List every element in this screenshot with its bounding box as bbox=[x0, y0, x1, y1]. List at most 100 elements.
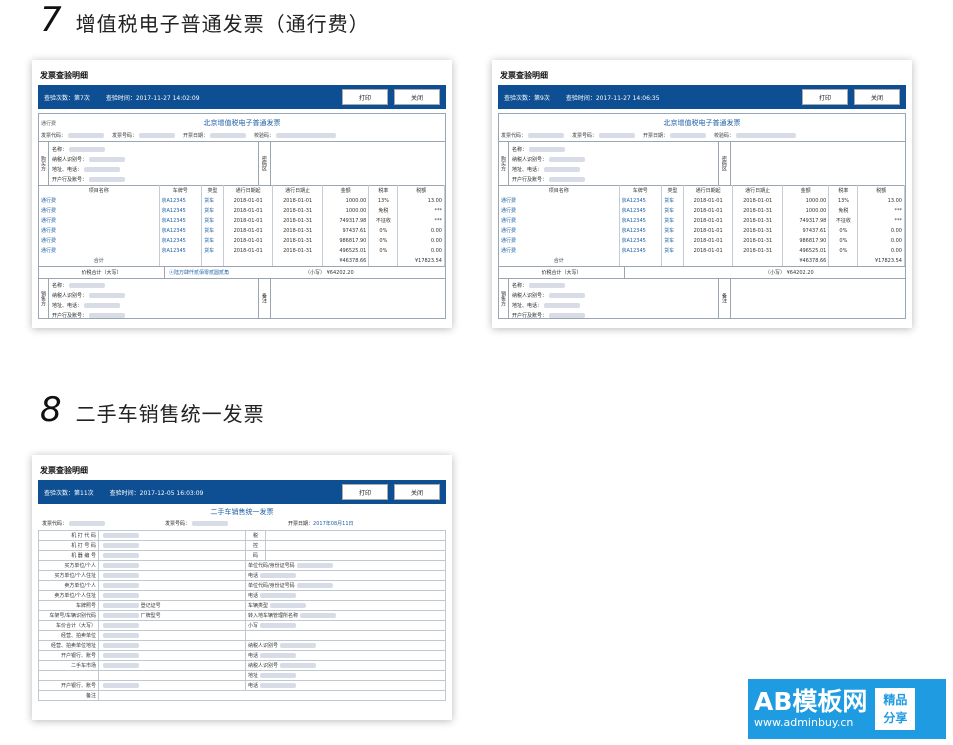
table-row: 通行费 京A12345 货车 2018-01-01 2018-01-31 986817.9… bbox=[39, 235, 445, 246]
remark-label: 备注 bbox=[259, 278, 271, 318]
party-address: 地址、电话： bbox=[512, 164, 715, 174]
total-row: 价税合计（大写） （小写） ¥64202.20 bbox=[499, 265, 905, 278]
table-row: 通行费 京A12345 货车 2018-01-01 2018-01-01 1000.00 1… bbox=[39, 195, 445, 206]
table-row: 机 器 编 号码 bbox=[38, 550, 446, 561]
party-bank: 开户行及账号： bbox=[52, 174, 255, 184]
party-address: 地址、电话： bbox=[52, 164, 255, 174]
seller-block: 销售方 名称： 纳税人识别号： 地址、电话： 开户行及账号： 备注 bbox=[39, 277, 445, 319]
table-row: 通行费 京A12345 货车 2018-01-01 2018-01-31 749317.9… bbox=[39, 215, 445, 226]
invoice-code-label: 发票代码： bbox=[42, 520, 106, 527]
card-title: 发票查验明细 bbox=[40, 71, 88, 80]
invoice-code-label: 发票代码： bbox=[41, 132, 105, 139]
party-name: 名称： bbox=[512, 281, 715, 291]
check-count: 查验次数：第9次 bbox=[504, 94, 550, 102]
table-row: 备注 bbox=[38, 690, 446, 701]
logo-badge: 精品 分享 bbox=[875, 688, 916, 730]
toll-invoice: 北京增值税电子普通发票 发票代码： 发票号码： 开票日期： 校验码： 购买方 名… bbox=[498, 113, 906, 319]
card-title: 发票查验明细 bbox=[500, 71, 548, 80]
party-bank: 开户行及账号： bbox=[512, 311, 715, 321]
print-button[interactable]: 打印 bbox=[342, 89, 388, 105]
table-row: 机 打 代 码税 bbox=[38, 530, 446, 541]
items-table: 项目名称 车牌号 类型 通行日期起 通行日期止 金额 税率 税额 通行费 京A12345 货车 20… bbox=[39, 185, 445, 266]
invoice-date-label: 开票日期： bbox=[183, 132, 247, 139]
invoice-card-3: 发票查验明细 查验次数：第11次 查验时间：2017-12-05 16:03:0… bbox=[32, 455, 452, 720]
table-row: 通行费 京A12345 货车 2018-01-01 2018-01-31 1000.00 免… bbox=[39, 205, 445, 216]
print-button[interactable]: 打印 bbox=[342, 484, 388, 500]
section-7-heading: 7 增值税电子普通发票（通行费） bbox=[40, 0, 370, 40]
seller-side-label: 销售方 bbox=[39, 278, 49, 318]
password-area-label: 密码区 bbox=[719, 142, 731, 185]
party-tax-id: 纳税人识别号： bbox=[52, 154, 255, 164]
check-time: 查验时间：2017-11-27 14:06:35 bbox=[565, 94, 660, 102]
close-button[interactable]: 关闭 bbox=[394, 484, 440, 500]
table-row: 车牌照号 登记证号 车辆类型 bbox=[38, 600, 446, 611]
table-row: 开户银行、账号 电话 bbox=[38, 680, 446, 691]
total-caps: ⓧ陆万肆仟贰佰零贰圆贰角 bbox=[169, 269, 230, 276]
sum-row: 合计 ¥46378.66 ¥17823.54 bbox=[39, 255, 445, 266]
total-label: 价税合计（大写） bbox=[39, 266, 165, 278]
section-title: 二手车销售统一发票 bbox=[75, 402, 265, 426]
table-row: 买方单位/个人住址 电话 bbox=[38, 570, 446, 581]
table-row: 经营、拍卖单位 bbox=[38, 630, 446, 641]
party-name: 名称： bbox=[52, 144, 255, 154]
seller-block: 销售方 名称： 纳税人识别号： 地址、电话： 开户行及账号： 备注 bbox=[499, 277, 905, 321]
toll-invoice: 通行费 北京增值税电子普通发票 发票代码： 发票号码： 开票日期： 校验码： 购… bbox=[38, 113, 446, 319]
used-car-invoice-title: 二手车销售统一发票 bbox=[210, 508, 274, 516]
table-row: 通行费 京A12345 货车 2018-01-01 2018-01-31 97437.61… bbox=[39, 225, 445, 236]
used-car-table: 机 打 代 码税 机 打 号 码控 机 器 编 号码 买方单位/个人 单位代码/身… bbox=[38, 530, 446, 701]
table-row: 通行费 京A12345 货车 2018-01-01 2018-01-31 986817.9… bbox=[499, 235, 905, 246]
invoice-date-label: 开票日期：2017年08月11日 bbox=[288, 521, 354, 527]
password-area-label: 密码区 bbox=[259, 142, 271, 185]
check-code-label: 校验码： bbox=[254, 132, 337, 139]
buyer-side-label: 购买方 bbox=[39, 142, 49, 185]
check-info-bar: 查验次数：第7次 查验时间：2017-11-27 14:02:09 打印 关闭 bbox=[38, 85, 446, 109]
check-info-bar: 查验次数：第9次 查验时间：2017-11-27 14:06:35 打印 关闭 bbox=[498, 85, 906, 109]
logo-brand: AB模板网 bbox=[754, 687, 868, 716]
table-row: 卖方单位/个人住址 电话 bbox=[38, 590, 446, 601]
table-row: 通行费 京A12345 货车 2018-01-01 2018-01-31 749317.9… bbox=[499, 215, 905, 226]
section-number: 8 bbox=[40, 390, 62, 430]
close-button[interactable]: 关闭 bbox=[854, 89, 900, 105]
check-time: 查验时间：2017-11-27 14:02:09 bbox=[105, 94, 200, 102]
total-small: （小写） ¥64202.20 bbox=[305, 269, 354, 276]
total-row: 价税合计（大写） ⓧ陆万肆仟贰佰零贰圆贰角 （小写） ¥64202.20 bbox=[39, 265, 445, 278]
total-label: 价税合计（大写） bbox=[499, 266, 625, 278]
check-code-label: 校验码： bbox=[714, 132, 797, 139]
check-count: 查验次数：第11次 bbox=[44, 489, 94, 497]
table-row: 通行费 京A12345 货车 2018-01-01 2018-01-01 1000.00 1… bbox=[499, 195, 905, 206]
check-time: 查验时间：2017-12-05 16:03:09 bbox=[109, 489, 204, 497]
invoice-type: 通行费 bbox=[41, 120, 57, 127]
invoice-number-label: 发票号码： bbox=[112, 132, 176, 139]
table-row: 二手车市场 纳税人识别号 bbox=[38, 660, 446, 671]
close-button[interactable]: 关闭 bbox=[394, 89, 440, 105]
table-row: 通行费 京A12345 货车 2018-01-01 2018-01-31 496525.0… bbox=[39, 245, 445, 256]
buyer-block: 购买方 名称： 纳税人识别号： 地址、电话： 开户行及账号： 密码区 bbox=[499, 141, 905, 185]
party-address: 地址、电话： bbox=[52, 301, 255, 311]
party-tax-id: 纳税人识别号： bbox=[512, 154, 715, 164]
table-row: 卖方单位/个人 单位代码/身份证号码 bbox=[38, 580, 446, 591]
table-row: 车价合计（大写） 小写 bbox=[38, 620, 446, 631]
invoice-number-label: 发票号码： bbox=[572, 132, 636, 139]
card-title: 发票查验明细 bbox=[40, 466, 88, 475]
remark-label: 备注 bbox=[719, 278, 731, 318]
section-8-heading: 8 二手车销售统一发票 bbox=[40, 390, 265, 430]
table-row: 车架号/车辆识别代码 厂牌型号 转入地车辆管理所名称 bbox=[38, 610, 446, 621]
table-row: 地址 bbox=[38, 670, 446, 681]
table-row: 通行费 京A12345 货车 2018-01-01 2018-01-31 496525.0… bbox=[499, 245, 905, 256]
logo-url: www.adminbuy.cn bbox=[754, 716, 854, 729]
party-address: 地址、电话： bbox=[512, 301, 715, 311]
invoice-title: 北京增值税电子普通发票 bbox=[663, 119, 741, 127]
invoice-number-label: 发票号码： bbox=[165, 520, 229, 527]
party-tax-id: 纳税人识别号： bbox=[512, 291, 715, 301]
check-info-bar: 查验次数：第11次 查验时间：2017-12-05 16:03:09 打印 关闭 bbox=[38, 480, 446, 504]
table-row: 经营、拍卖单位地址 纳税人识别号 bbox=[38, 640, 446, 651]
table-row: 机 打 号 码控 bbox=[38, 540, 446, 551]
seller-side-label: 销售方 bbox=[499, 278, 509, 318]
party-tax-id: 纳税人识别号： bbox=[52, 291, 255, 301]
print-button[interactable]: 打印 bbox=[802, 89, 848, 105]
party-name: 名称： bbox=[52, 281, 255, 291]
invoice-title: 北京增值税电子普通发票 bbox=[203, 119, 281, 127]
table-row: 通行费 京A12345 货车 2018-01-01 2018-01-31 1000.00 免… bbox=[499, 205, 905, 216]
table-row: 开户银行、账号 电话 bbox=[38, 650, 446, 661]
invoice-card-1: 发票查验明细 查验次数：第7次 查验时间：2017-11-27 14:02:09… bbox=[32, 60, 452, 328]
